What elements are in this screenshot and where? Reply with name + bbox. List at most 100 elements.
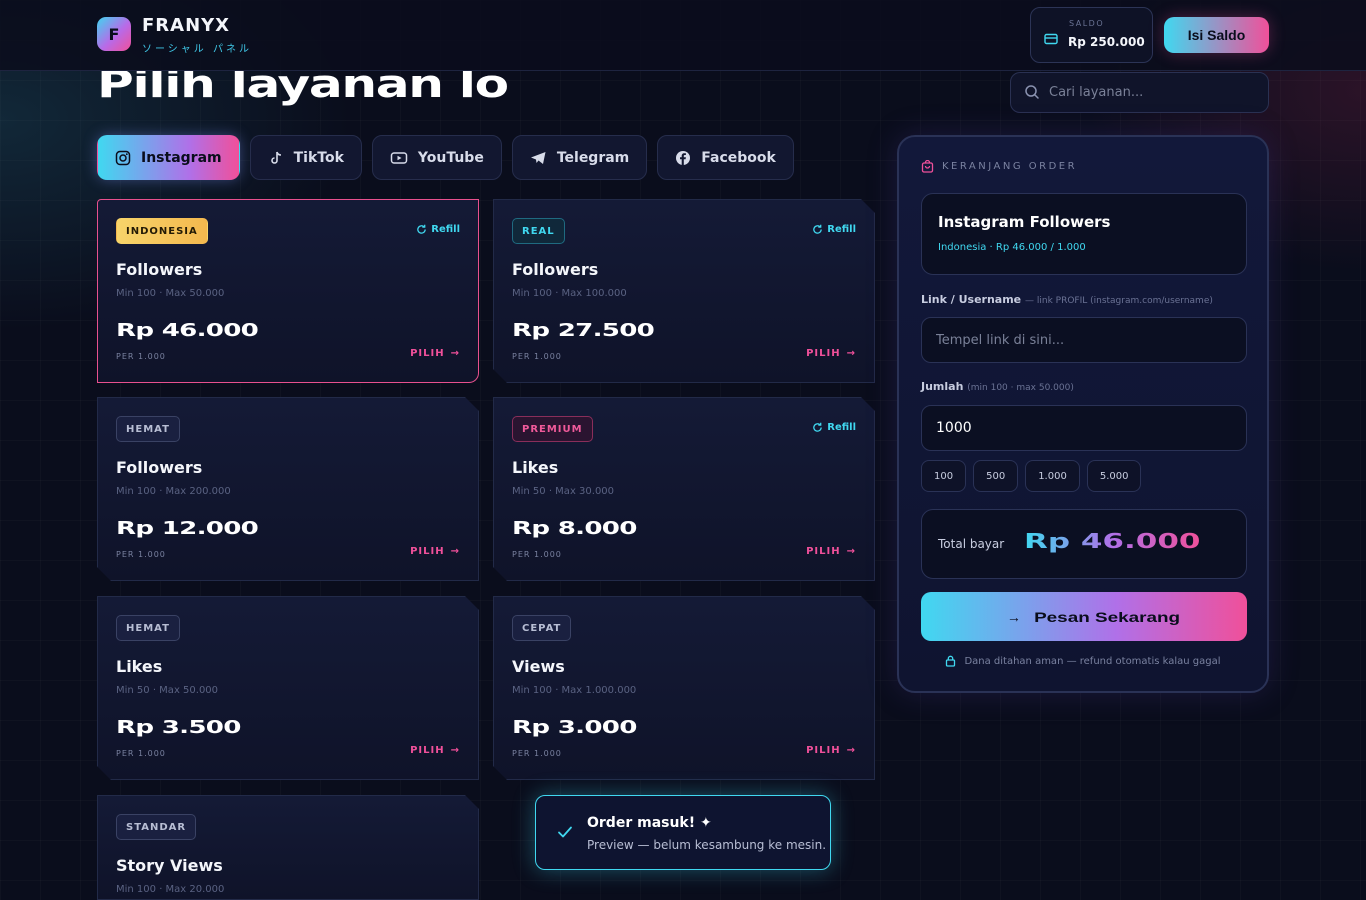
select-button[interactable]: PILIH → [410,546,460,557]
select-label: PILIH [410,745,445,756]
price-unit: PER 1.000 [512,749,562,758]
tab-facebook[interactable]: Facebook [657,135,794,180]
order-now-button[interactable]: → Pesan Sekarang [921,592,1247,641]
search-icon [1024,84,1040,104]
quantity-chip[interactable]: 500 [973,460,1019,492]
service-name: Likes [116,657,163,676]
service-price: Rp 46.000 [116,320,259,341]
select-button[interactable]: PILIH → [410,745,460,756]
price-unit: PER 1.000 [512,550,562,559]
service-card[interactable]: HEMAT Likes Min 50 · Max 50.000 Rp 3.500… [97,596,479,780]
platform-tabs: Instagram TikTok YouTube Telegram Facebo… [97,135,794,180]
tab-youtube[interactable]: YouTube [371,135,502,180]
cart-item-meta: Indonesia · Rp 46.000 / 1.000 [938,242,1086,253]
service-name: Likes [512,458,559,477]
select-button[interactable]: PILIH → [806,348,856,359]
check-icon [557,824,573,843]
toast-title: Order masuk! ✦ [587,815,712,831]
link-label: Link / Username — link PROFIL (instagram… [921,293,1213,306]
price-unit: PER 1.000 [116,550,166,559]
total-box: Total bayar Rp 46.000 [921,509,1247,579]
quantity-label: Jumlah (min 100 · max 50.000) [921,380,1074,393]
service-badge: INDONESIA [116,218,208,244]
saldo-value: Rp 250.000 [1068,35,1145,49]
service-card[interactable]: HEMAT Followers Min 100 · Max 200.000 Rp… [97,397,479,581]
arrow-right-icon: → [450,348,460,359]
service-card[interactable]: CEPAT Views Min 100 · Max 1.000.000 Rp 3… [493,596,875,780]
quantity-chip[interactable]: 5.000 [1086,460,1142,492]
service-card[interactable]: STANDAR Story Views Min 100 · Max 20.000 [97,795,479,900]
brand-logo: F [97,17,131,51]
youtube-icon [390,151,408,164]
refresh-icon [812,224,823,235]
secure-note-text: Dana ditahan aman — refund otomatis kala… [964,655,1221,667]
service-price: Rp 3.000 [512,717,637,738]
service-card[interactable]: REAL Refill Followers Min 100 · Max 100.… [493,199,875,383]
service-card[interactable]: INDONESIA Refill Followers Min 100 · Max… [97,199,479,383]
service-limits: Min 100 · Max 20.000 [116,884,225,895]
tab-label: Instagram [141,149,222,166]
toast-notification: Order masuk! ✦ Preview — belum kesambung… [535,795,831,870]
service-price: Rp 27.500 [512,320,655,341]
brand[interactable]: F FRANYX ソーシャル パネル [97,15,252,55]
service-card[interactable]: PREMIUM Refill Likes Min 50 · Max 30.000… [493,397,875,581]
tab-instagram[interactable]: Instagram [97,135,240,180]
select-button[interactable]: PILIH → [806,546,856,557]
select-label: PILIH [806,348,841,359]
quantity-chip[interactable]: 100 [921,460,967,492]
service-limits: Min 100 · Max 100.000 [512,288,627,299]
cart-item-name: Instagram Followers [938,213,1111,231]
service-badge: PREMIUM [512,416,593,442]
select-button[interactable]: PILIH → [410,348,460,359]
link-label-text: Link / Username [921,293,1022,306]
secure-note: Dana ditahan aman — refund otomatis kala… [899,655,1267,667]
price-unit: PER 1.000 [116,749,166,758]
refill-indicator: Refill [812,224,856,235]
saldo-card: SALDO Rp 250.000 [1030,7,1153,63]
service-name: Followers [116,260,203,279]
service-price: Rp 12.000 [116,518,259,539]
link-field[interactable] [921,317,1247,363]
arrow-right-icon: → [846,546,856,557]
topup-button[interactable]: Isi Saldo [1164,17,1269,53]
service-limits: Min 50 · Max 50.000 [116,685,219,696]
tab-tiktok[interactable]: TikTok [249,135,362,180]
arrow-right-icon: → [450,546,460,557]
service-price: Rp 3.500 [116,717,241,738]
tiktok-icon [270,151,281,164]
quantity-field[interactable] [921,405,1247,451]
search-box[interactable] [1010,72,1269,113]
arrow-right-icon: → [1006,608,1021,625]
refresh-icon [417,224,427,234]
select-label: PILIH [410,348,445,359]
service-badge: HEMAT [116,615,180,641]
cart-item: Instagram Followers Indonesia · Rp 46.00… [921,193,1247,275]
service-badge: CEPAT [512,615,571,641]
service-limits: Min 100 · Max 1.000.000 [512,685,637,696]
wallet-icon [1044,30,1058,49]
price-unit: PER 1.000 [116,352,166,361]
quantity-label-text: Jumlah [921,380,964,393]
link-input[interactable] [922,318,1246,362]
tab-label: YouTube [417,149,484,166]
link-hint: — link PROFIL (instagram.com/username) [1025,296,1213,306]
shopping-bag-icon [921,160,934,173]
service-name: Followers [116,458,203,477]
facebook-icon [676,150,691,165]
cart-title: KERANJANG ORDER [942,161,1078,172]
lock-icon [946,655,956,667]
select-button[interactable]: PILIH → [806,745,856,756]
instagram-icon [115,150,131,165]
service-name: Story Views [116,856,223,875]
price-unit: PER 1.000 [512,352,562,361]
quantity-chip[interactable]: 1.000 [1025,460,1080,492]
service-price: Rp 8.000 [512,518,637,539]
arrow-right-icon: → [846,348,856,359]
search-input[interactable] [1049,73,1259,112]
tab-label: Facebook [701,149,776,166]
quantity-presets: 100 500 1.000 5.000 [921,460,1142,492]
tab-telegram[interactable]: Telegram [511,135,648,180]
service-badge: STANDAR [116,814,196,840]
quantity-input[interactable] [922,406,1246,450]
refill-label: Refill [827,422,856,433]
